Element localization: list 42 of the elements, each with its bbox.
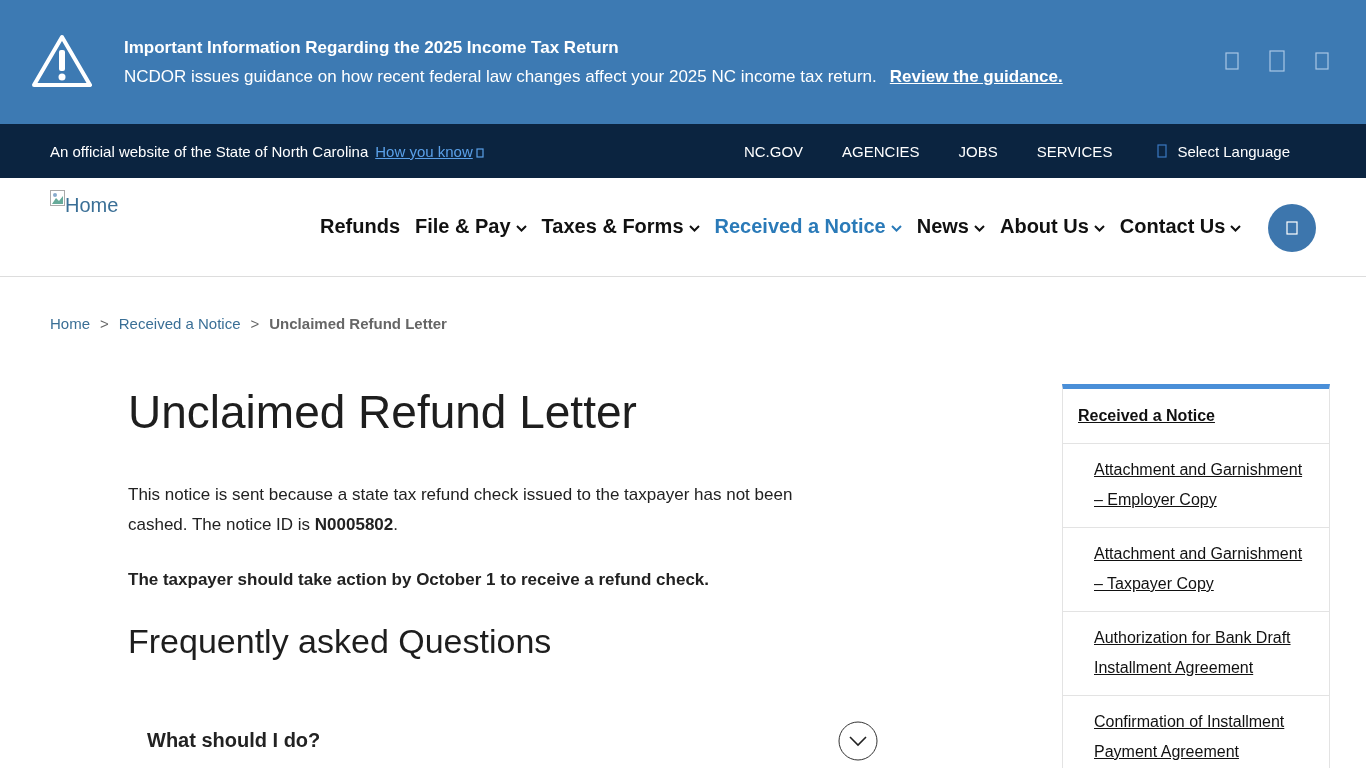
breadcrumb-current: Unclaimed Refund Letter [269, 315, 447, 333]
search-button[interactable] [1268, 204, 1316, 252]
box-icon [475, 147, 484, 158]
gov-link[interactable]: AGENCIES [842, 142, 920, 160]
alert-title: Important Information Regarding the 2025 Income Tax Return [124, 37, 620, 58]
sidebar-link[interactable]: Confirmation of Installment Payment Agreement [1063, 696, 1329, 768]
breadcrumb-link[interactable]: Home [50, 315, 90, 333]
sidebar-link[interactable]: Authorization for Bank Draft Installment Agreement [1063, 612, 1329, 696]
action-note: The taxpayer should take action by October 1 to receive a refund check. [128, 569, 711, 590]
how-you-know-link[interactable]: How you know [375, 142, 484, 160]
page-title: Unclaimed Refund Letter [128, 387, 638, 438]
box-icon [1286, 221, 1298, 235]
alert-message: NCDOR issues guidance on how recent federal law changes affect your 2025 NC income tax return. [124, 66, 877, 87]
broken-image-icon [50, 190, 65, 206]
sidebar-link[interactable]: Attachment and Garnishment – Taxpayer Copy [1063, 528, 1329, 612]
logo-link[interactable]: Home [50, 190, 320, 217]
section-heading: Frequently asked Questions [128, 621, 553, 661]
nav-item[interactable]: Taxes & Forms [541, 215, 700, 238]
nav-item[interactable]: Refunds [320, 215, 400, 238]
official-text: An official website of the State of North Carolina [50, 142, 369, 160]
language-selector[interactable]: Select Language [1157, 142, 1290, 160]
gov-link[interactable]: SERVICES [1036, 142, 1113, 160]
sidebar-title-link[interactable]: Received a Notice [1063, 389, 1329, 444]
box-icon [1225, 52, 1239, 70]
box-icon [1269, 50, 1285, 72]
nav-item[interactable]: Received a Notice [714, 215, 902, 238]
gov-link[interactable]: JOBS [958, 142, 998, 160]
review-link[interactable]: Review the guidance. [889, 66, 1063, 87]
nav-item[interactable]: File & Pay [415, 215, 527, 238]
faq-item[interactable]: What should I do? [128, 720, 888, 761]
warning-icon [32, 33, 92, 88]
breadcrumb-separator: > [100, 315, 109, 333]
box-icon [1315, 52, 1329, 70]
sidebar-link[interactable]: Attachment and Garnishment – Employer Copy [1063, 444, 1329, 528]
gov-link[interactable]: NC.GOV [743, 142, 804, 160]
nav-item[interactable]: News [916, 215, 985, 238]
intro-paragraph: This notice is sent because a state tax refund check issued to the taxpayer has not been cashed. The notice ID is N0005802. [128, 483, 794, 536]
breadcrumb-link[interactable]: Received a Notice [118, 315, 241, 333]
nav-item[interactable]: Contact Us [1119, 215, 1242, 238]
nav-item[interactable]: About Us [999, 215, 1105, 238]
breadcrumb-separator: > [250, 315, 260, 333]
box-icon [1157, 144, 1168, 158]
